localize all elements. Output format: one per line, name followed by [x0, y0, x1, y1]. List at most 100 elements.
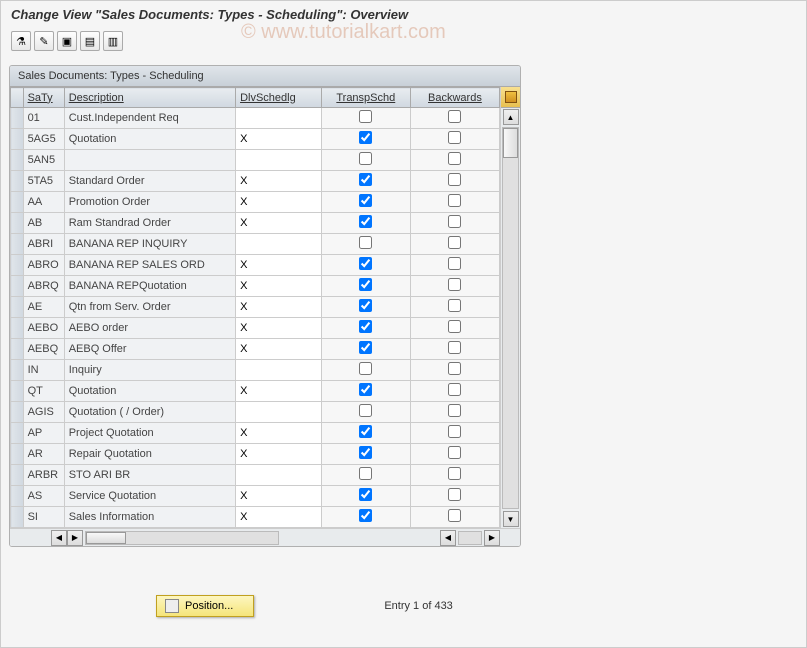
backwards-checkbox[interactable] [448, 425, 461, 438]
hscroll-right-button-2[interactable]: ▶ [484, 530, 500, 546]
cell-dlvschedlg[interactable]: X [236, 171, 322, 192]
row-selector[interactable] [11, 381, 24, 402]
cell-dlvschedlg[interactable] [236, 465, 322, 486]
cell-description[interactable]: STO ARI BR [64, 465, 235, 486]
cell-saty[interactable]: ABRI [23, 234, 64, 255]
backwards-checkbox[interactable] [448, 362, 461, 375]
cell-description[interactable]: AEBO order [64, 318, 235, 339]
backwards-checkbox[interactable] [448, 404, 461, 417]
row-selector[interactable] [11, 234, 24, 255]
row-selector[interactable] [11, 192, 24, 213]
backwards-checkbox[interactable] [448, 173, 461, 186]
position-button[interactable]: Position... [156, 595, 254, 617]
row-selector[interactable] [11, 507, 24, 528]
cell-saty[interactable]: AR [23, 444, 64, 465]
transpschd-checkbox[interactable] [359, 467, 372, 480]
row-selector[interactable] [11, 255, 24, 276]
cell-dlvschedlg[interactable]: X [236, 339, 322, 360]
col-header-backwards[interactable]: Backwards [410, 88, 499, 108]
cell-description[interactable]: Repair Quotation [64, 444, 235, 465]
cell-dlvschedlg[interactable]: X [236, 318, 322, 339]
transpschd-checkbox[interactable] [359, 194, 372, 207]
transpschd-checkbox[interactable] [359, 257, 372, 270]
backwards-checkbox[interactable] [448, 278, 461, 291]
col-selector[interactable] [11, 88, 24, 108]
backwards-checkbox[interactable] [448, 194, 461, 207]
scroll-up-button[interactable]: ▲ [503, 109, 519, 125]
cell-dlvschedlg[interactable]: X [236, 486, 322, 507]
cell-description[interactable]: Sales Information [64, 507, 235, 528]
cell-saty[interactable]: AB [23, 213, 64, 234]
cell-dlvschedlg[interactable]: X [236, 423, 322, 444]
cell-description[interactable]: AEBQ Offer [64, 339, 235, 360]
transpschd-checkbox[interactable] [359, 236, 372, 249]
transpschd-checkbox[interactable] [359, 320, 372, 333]
backwards-checkbox[interactable] [448, 257, 461, 270]
backwards-checkbox[interactable] [448, 383, 461, 396]
backwards-checkbox[interactable] [448, 509, 461, 522]
cell-description[interactable]: Quotation ( / Order) [64, 402, 235, 423]
cell-dlvschedlg[interactable]: X [236, 444, 322, 465]
cell-dlvschedlg[interactable]: X [236, 381, 322, 402]
backwards-checkbox[interactable] [448, 488, 461, 501]
scroll-thumb[interactable] [503, 128, 518, 158]
cell-saty[interactable]: AE [23, 297, 64, 318]
cell-description[interactable]: Inquiry [64, 360, 235, 381]
cell-description[interactable]: Quotation [64, 129, 235, 150]
hscroll-right-button[interactable]: ▶ [67, 530, 83, 546]
row-selector[interactable] [11, 339, 24, 360]
cell-dlvschedlg[interactable]: X [236, 129, 322, 150]
scroll-down-button[interactable]: ▼ [503, 511, 519, 527]
cell-description[interactable]: Ram Standrad Order [64, 213, 235, 234]
row-selector[interactable] [11, 171, 24, 192]
cell-description[interactable] [64, 150, 235, 171]
cell-dlvschedlg[interactable]: X [236, 213, 322, 234]
cell-dlvschedlg[interactable]: X [236, 297, 322, 318]
toolbar-btn-3[interactable]: ▣ [57, 31, 77, 51]
hscroll-thumb-left[interactable] [86, 532, 126, 544]
cell-description[interactable]: BANANA REPQuotation [64, 276, 235, 297]
cell-saty[interactable]: AP [23, 423, 64, 444]
transpschd-checkbox[interactable] [359, 341, 372, 354]
cell-description[interactable]: Standard Order [64, 171, 235, 192]
row-selector[interactable] [11, 276, 24, 297]
cell-dlvschedlg[interactable]: X [236, 192, 322, 213]
col-header-saty[interactable]: SaTy [23, 88, 64, 108]
transpschd-checkbox[interactable] [359, 215, 372, 228]
transpschd-checkbox[interactable] [359, 173, 372, 186]
hscroll-left-button[interactable]: ◀ [51, 530, 67, 546]
cell-saty[interactable]: QT [23, 381, 64, 402]
hscroll-track-left[interactable] [85, 531, 279, 545]
row-selector[interactable] [11, 108, 24, 129]
cell-saty[interactable]: IN [23, 360, 64, 381]
transpschd-checkbox[interactable] [359, 362, 372, 375]
cell-dlvschedlg[interactable] [236, 108, 322, 129]
col-header-dlvschedlg[interactable]: DlvSchedlg [236, 88, 322, 108]
cell-dlvschedlg[interactable]: X [236, 276, 322, 297]
row-selector[interactable] [11, 465, 24, 486]
transpschd-checkbox[interactable] [359, 404, 372, 417]
backwards-checkbox[interactable] [448, 467, 461, 480]
backwards-checkbox[interactable] [448, 341, 461, 354]
backwards-checkbox[interactable] [448, 320, 461, 333]
cell-dlvschedlg[interactable] [236, 150, 322, 171]
row-selector[interactable] [11, 150, 24, 171]
transpschd-checkbox[interactable] [359, 152, 372, 165]
backwards-checkbox[interactable] [448, 152, 461, 165]
cell-saty[interactable]: 5AG5 [23, 129, 64, 150]
cell-description[interactable]: BANANA REP INQUIRY [64, 234, 235, 255]
cell-description[interactable]: Qtn from Serv. Order [64, 297, 235, 318]
backwards-checkbox[interactable] [448, 299, 461, 312]
row-selector[interactable] [11, 129, 24, 150]
cell-dlvschedlg[interactable]: X [236, 507, 322, 528]
cell-saty[interactable]: ABRQ [23, 276, 64, 297]
toolbar-btn-1[interactable]: ⚗ [11, 31, 31, 51]
row-selector[interactable] [11, 402, 24, 423]
backwards-checkbox[interactable] [448, 236, 461, 249]
col-header-transpschd[interactable]: TranspSchd [321, 88, 410, 108]
row-selector[interactable] [11, 360, 24, 381]
row-selector[interactable] [11, 423, 24, 444]
transpschd-checkbox[interactable] [359, 446, 372, 459]
cell-saty[interactable]: ABRO [23, 255, 64, 276]
cell-saty[interactable]: AS [23, 486, 64, 507]
